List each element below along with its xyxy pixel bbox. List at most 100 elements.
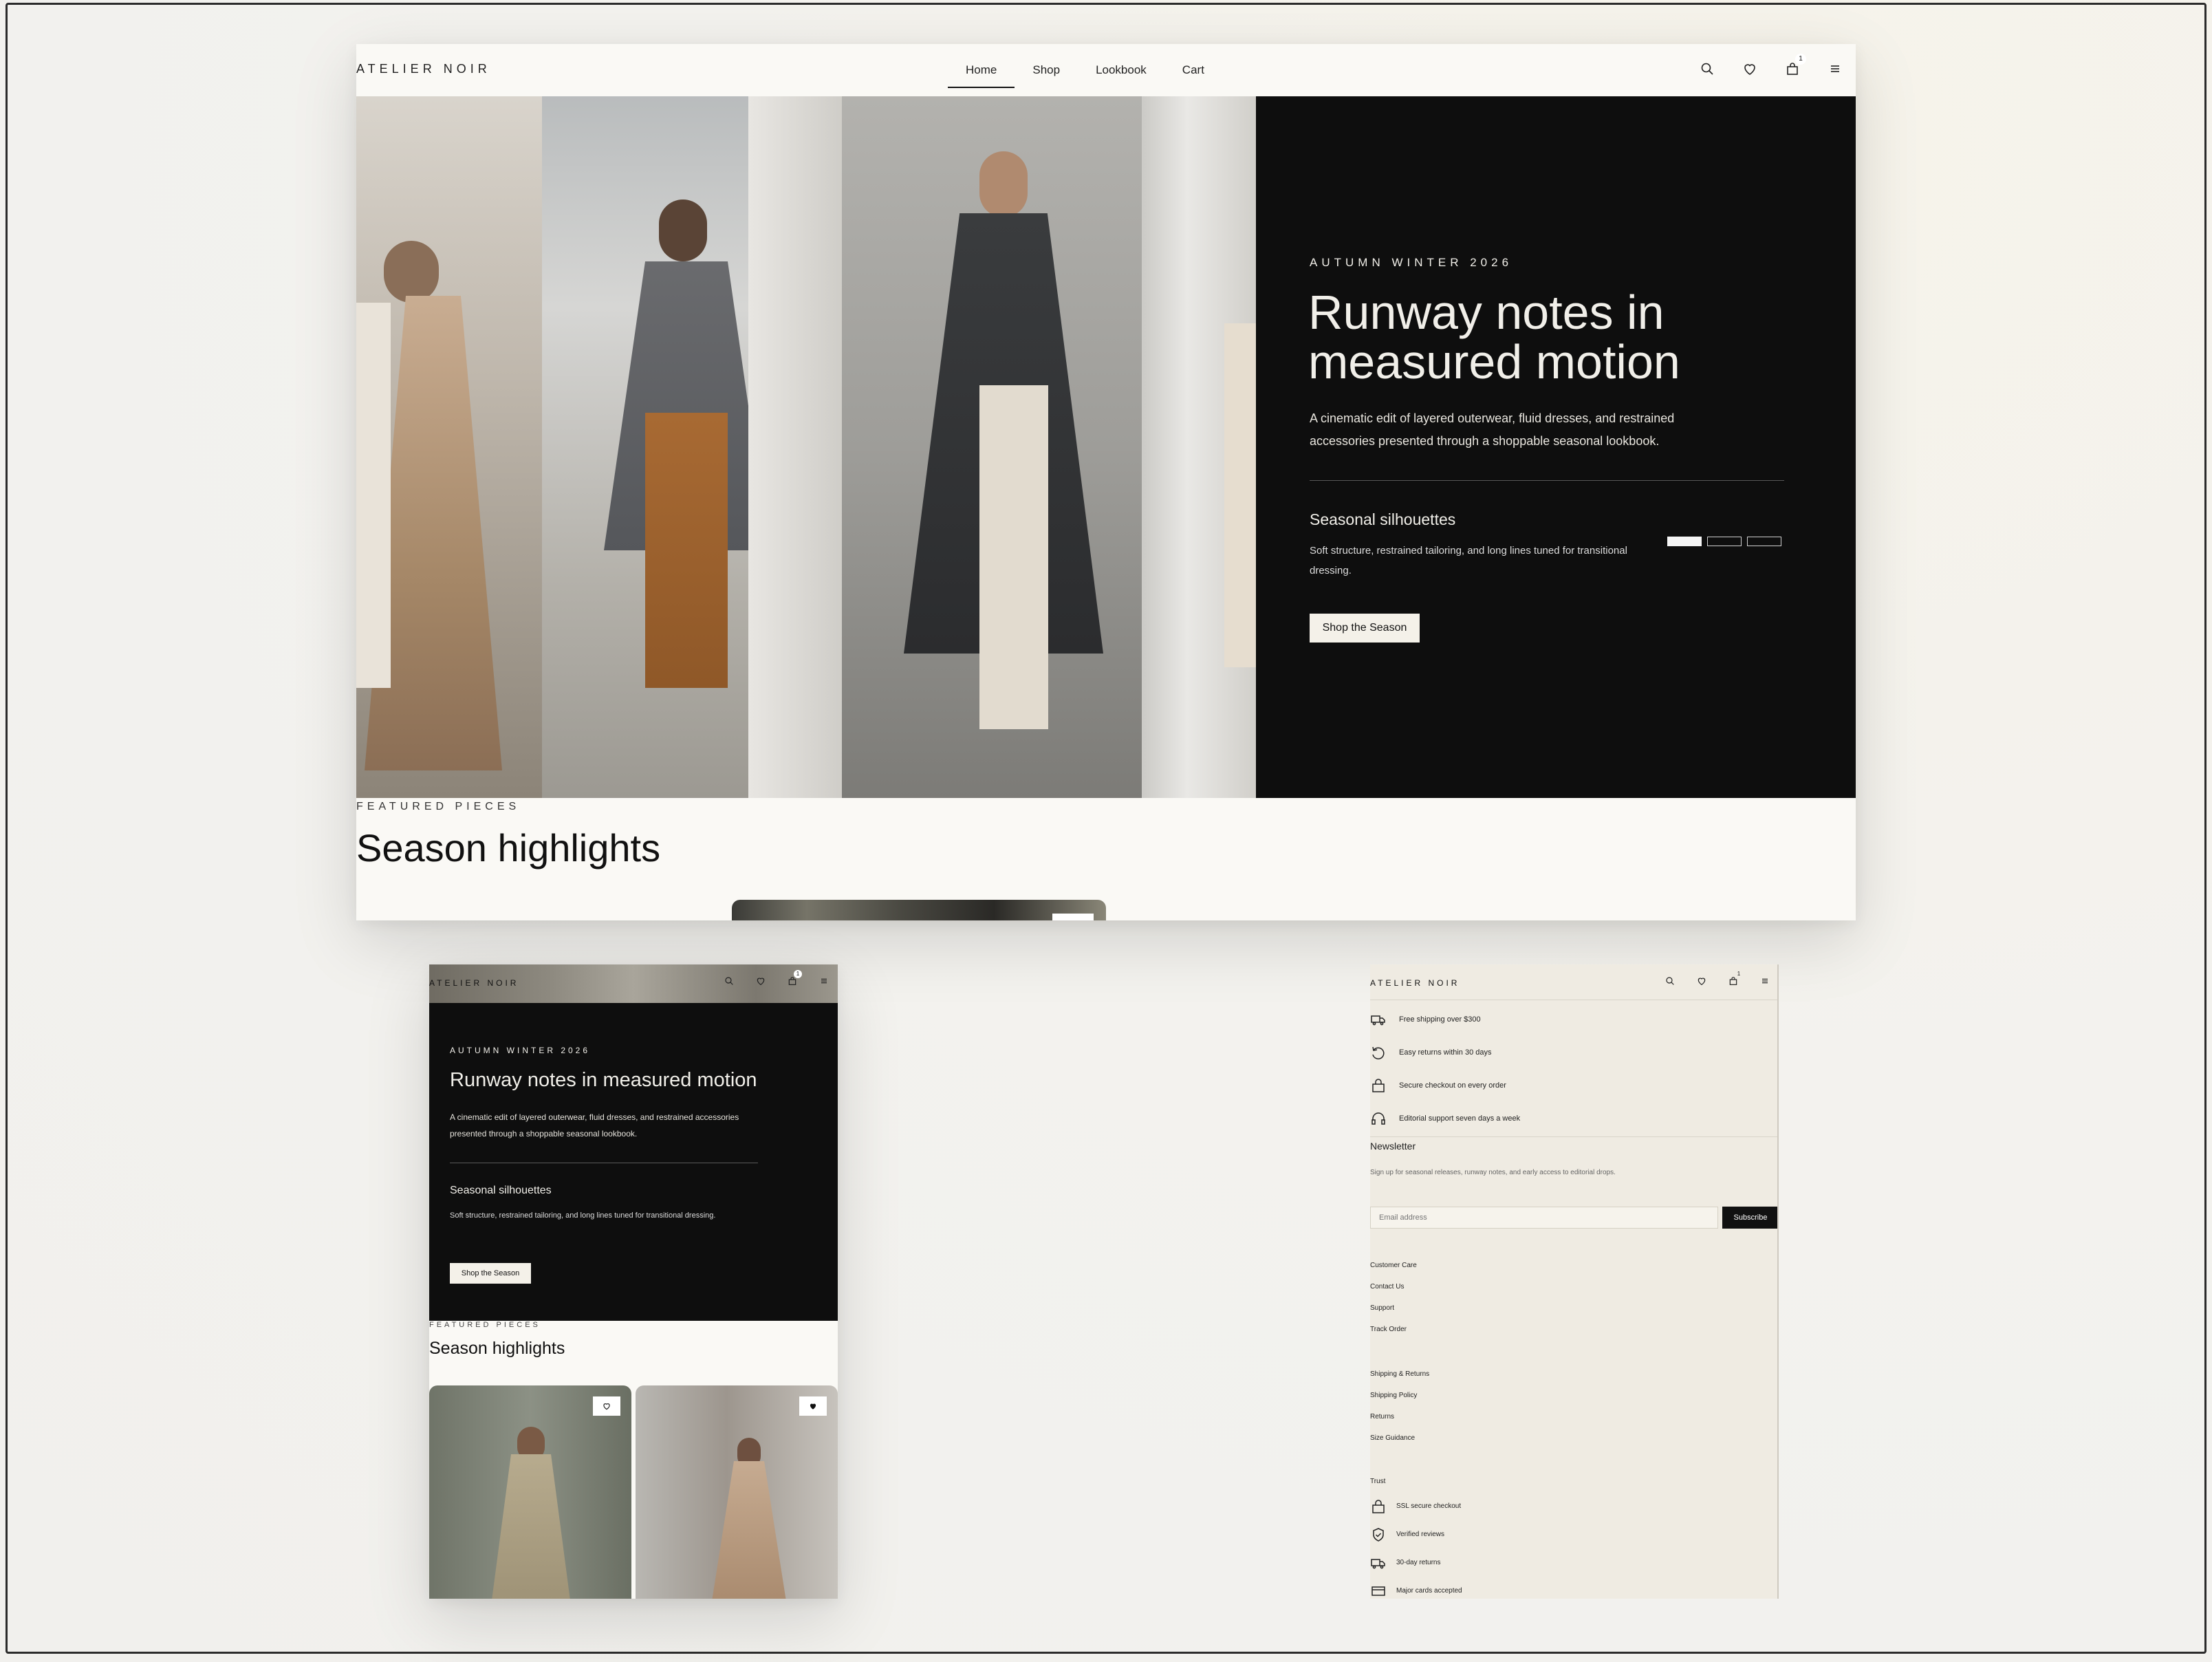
shop-season-button[interactable]: Shop the Season [1310, 614, 1420, 643]
footer-link-size-guidance[interactable]: Size Guidance [1370, 1427, 1429, 1449]
mobile-brand[interactable]: ATELIER NOIR [429, 978, 519, 988]
product-image-garment [491, 1454, 571, 1599]
trust-title: Trust [1370, 1478, 1386, 1485]
truck-icon [1370, 1555, 1387, 1571]
lock-icon [1370, 1498, 1387, 1515]
desktop-preview: ATELIER NOIR Home Shop Lookbook Cart 1 A… [356, 44, 1856, 920]
hero-kicker: AUTUMN WINTER 2026 [450, 1046, 591, 1055]
trust-item: Verified reviews [1370, 1520, 1462, 1548]
carousel-dot-2[interactable] [1707, 537, 1742, 546]
perk-item: Easy returns within 30 days [1370, 1036, 1520, 1069]
perk-item: Free shipping over $300 [1370, 1003, 1520, 1036]
top-navigation: ATELIER NOIR Home Shop Lookbook Cart 1 [356, 44, 1856, 96]
menu-icon[interactable] [1759, 975, 1770, 986]
mobile-hero-panel: AUTUMN WINTER 2026 Runway notes in measu… [429, 1003, 838, 1321]
truck-icon [1370, 1011, 1387, 1028]
featured-kicker: FEATURED PIECES [429, 1321, 541, 1329]
return-icon [1370, 1044, 1387, 1061]
perks-list: Free shipping over $300 Easy returns wit… [1370, 1003, 1520, 1135]
hero-photo-1 [356, 96, 542, 798]
mobile-brand[interactable]: ATELIER NOIR [1370, 978, 1460, 988]
header-actions: 1 [1699, 54, 1843, 77]
search-icon[interactable] [724, 975, 735, 986]
menu-icon[interactable] [818, 975, 830, 986]
hero-lead: A cinematic edit of layered outerwear, f… [1310, 411, 1675, 448]
hero-photo-4 [1142, 96, 1256, 798]
newsletter-title: Newsletter [1370, 1141, 1416, 1152]
email-field[interactable] [1370, 1207, 1718, 1229]
heart-icon[interactable] [1696, 975, 1707, 986]
lock-icon [1370, 1077, 1387, 1094]
slide-title: Seasonal silhouettes [450, 1185, 552, 1196]
slide-title: Seasonal silhouettes [1310, 510, 1456, 528]
nav-cart[interactable]: Cart [1164, 44, 1222, 96]
shop-season-button[interactable]: Shop the Season [450, 1263, 531, 1284]
heart-filled-icon [808, 1401, 818, 1411]
nav-shop[interactable]: Shop [1015, 44, 1078, 96]
mobile-preview-footer: ATELIER NOIR 1 Free shipping over $300 E… [1370, 964, 1779, 1599]
divider [1310, 480, 1784, 481]
favorite-button[interactable] [593, 1396, 620, 1416]
footer-link-shipping-policy[interactable]: Shipping Policy [1370, 1385, 1429, 1406]
brand-logo[interactable]: ATELIER NOIR [356, 62, 491, 76]
footer-link-customer-care[interactable]: Customer Care [1370, 1255, 1417, 1276]
hero-copy-panel: AUTUMN WINTER 2026 Runway notes in measu… [1256, 96, 1856, 798]
cart-count-badge: 1 [1795, 54, 1806, 65]
bag-icon[interactable]: 1 [1728, 971, 1740, 986]
footer-link-contact-us[interactable]: Contact Us [1370, 1276, 1417, 1297]
hero-title: Runway notes in measured motion [1308, 285, 1680, 389]
menu-icon[interactable] [1827, 61, 1843, 77]
customer-care-links: Customer Care Contact Us Support Track O… [1370, 1255, 1417, 1340]
trust-label: 30-day returns [1396, 1559, 1441, 1566]
nav-lookbook[interactable]: Lookbook [1078, 44, 1164, 96]
heart-icon [602, 1401, 611, 1411]
heart-icon[interactable] [1742, 61, 1758, 77]
carousel-dot-3[interactable] [1747, 537, 1781, 546]
slide-text: Soft structure, restrained tailoring, an… [450, 1211, 716, 1220]
hero-carousel: AUTUMN WINTER 2026 Runway notes in measu… [356, 96, 1856, 798]
footer-link-support[interactable]: Support [1370, 1297, 1417, 1319]
main-menu: Home Shop Lookbook Cart [948, 44, 1222, 96]
bag-icon[interactable]: 1 [787, 970, 802, 986]
trust-label: Major cards accepted [1396, 1587, 1462, 1595]
trust-item: 30-day returns [1370, 1548, 1462, 1577]
search-icon[interactable] [1699, 61, 1715, 77]
cart-count-badge: 1 [794, 970, 802, 978]
divider [1370, 1136, 1777, 1137]
trust-label: SSL secure checkout [1396, 1502, 1462, 1510]
subscribe-button[interactable]: Subscribe [1722, 1207, 1777, 1229]
perk-label: Editorial support seven days a week [1399, 1114, 1521, 1123]
carousel-dot-1[interactable] [1667, 537, 1702, 546]
product-card[interactable] [636, 1385, 838, 1599]
footer-link-returns[interactable]: Returns [1370, 1406, 1429, 1427]
product-card[interactable] [429, 1385, 631, 1599]
carousel-indicators [1667, 537, 1781, 546]
mobile-header-actions: 1 [724, 970, 830, 986]
cart-count-badge: 1 [1737, 971, 1741, 977]
trust-label: Verified reviews [1396, 1531, 1445, 1538]
footer-link-track-order[interactable]: Track Order [1370, 1319, 1417, 1340]
bag-icon[interactable]: 1 [1784, 54, 1806, 77]
mobile-preview-hero: ATELIER NOIR 1 AUTUMN WINTER 2026 Runway… [429, 964, 838, 1599]
featured-title: Season highlights [429, 1339, 565, 1358]
favorite-button[interactable] [1052, 914, 1094, 920]
perk-label: Easy returns within 30 days [1399, 1048, 1492, 1057]
favorite-button[interactable] [799, 1396, 827, 1416]
hero-photo-3 [842, 96, 1142, 798]
trust-item: Major cards accepted [1370, 1577, 1462, 1599]
shield-icon [1370, 1526, 1387, 1543]
footer-link-shipping-returns[interactable]: Shipping & Returns [1370, 1363, 1429, 1385]
mobile-header-actions: 1 [1665, 971, 1770, 986]
headset-icon [1370, 1110, 1387, 1127]
product-card-peek[interactable] [732, 900, 1106, 920]
nav-home[interactable]: Home [948, 44, 1015, 96]
perk-label: Free shipping over $300 [1399, 1015, 1481, 1024]
featured-kicker: FEATURED PIECES [356, 801, 521, 812]
heart-icon[interactable] [755, 975, 766, 986]
perk-item: Secure checkout on every order [1370, 1069, 1520, 1102]
hero-kicker: AUTUMN WINTER 2026 [1310, 256, 1513, 269]
search-icon[interactable] [1665, 975, 1676, 986]
product-image-garment [711, 1461, 787, 1599]
shipping-links: Shipping & Returns Shipping Policy Retur… [1370, 1363, 1429, 1449]
trust-section: Trust SSL secure checkout Verified revie… [1370, 1471, 1462, 1599]
